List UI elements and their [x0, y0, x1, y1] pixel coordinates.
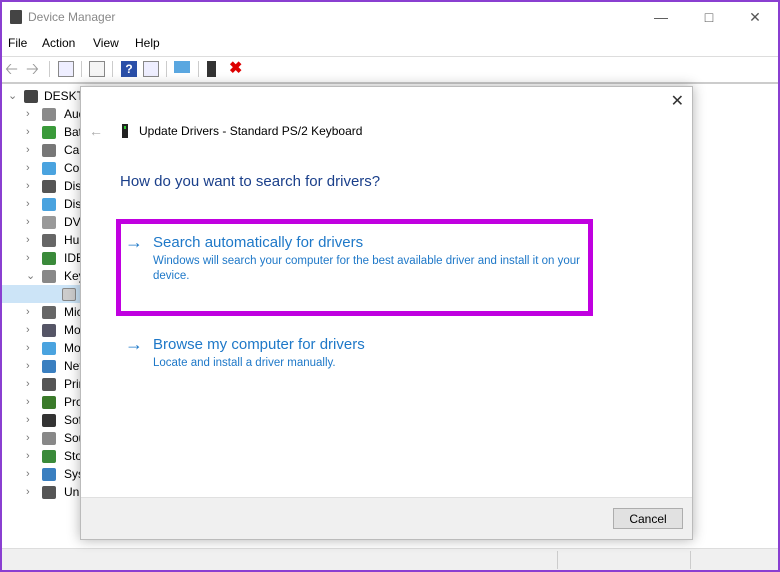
- dialog-question: How do you want to search for drivers?: [120, 173, 381, 190]
- device-category-icon: [42, 378, 56, 391]
- chevron-right-icon[interactable]: ›: [26, 105, 36, 123]
- close-button[interactable]: ✕: [732, 6, 778, 28]
- chevron-right-icon[interactable]: ›: [26, 483, 36, 501]
- chevron-right-icon[interactable]: ›: [26, 393, 36, 411]
- show-hidden-icon[interactable]: [89, 61, 105, 77]
- back-icon[interactable]: 🡠: [5, 58, 21, 78]
- device-category-icon: [42, 468, 56, 481]
- menu-help[interactable]: Help: [135, 36, 160, 50]
- forward-icon[interactable]: 🡢: [26, 58, 42, 78]
- chevron-right-icon[interactable]: ›: [26, 411, 36, 429]
- dialog-title: Update Drivers - Standard PS/2 Keyboard: [139, 124, 363, 138]
- device-category-icon: [42, 180, 56, 193]
- chevron-down-icon[interactable]: ⌄: [8, 87, 18, 105]
- device-category-icon: [42, 144, 56, 157]
- menu-view[interactable]: View: [93, 36, 119, 50]
- menu-bar: File Action View Help: [2, 34, 778, 54]
- status-bar: [2, 548, 778, 570]
- device-category-icon: [42, 162, 56, 175]
- action-view-icon[interactable]: [143, 61, 159, 77]
- chevron-right-icon[interactable]: ›: [26, 123, 36, 141]
- keyboard-icon: [62, 288, 76, 301]
- device-category-icon: [42, 198, 56, 211]
- help-icon[interactable]: ?: [121, 61, 137, 77]
- chevron-down-icon[interactable]: ⌄: [26, 267, 36, 285]
- chevron-right-icon[interactable]: ›: [26, 249, 36, 267]
- tree-item-label: Mo: [64, 341, 81, 355]
- option-heading: Search automatically for drivers: [153, 234, 364, 251]
- back-arrow-icon[interactable]: ←: [89, 123, 103, 139]
- window-title: Device Manager: [28, 10, 116, 24]
- device-category-icon: [42, 414, 56, 427]
- toolbar: 🡠 🡢 ? ✖: [2, 56, 778, 80]
- tree-item-keyboard-device[interactable]: [2, 285, 82, 303]
- keyboard-device-icon: [122, 124, 128, 138]
- device-category-icon: [42, 216, 56, 229]
- device-category-icon: [42, 306, 56, 319]
- computer-icon: [24, 90, 38, 103]
- chevron-right-icon[interactable]: ›: [26, 429, 36, 447]
- device-category-icon: [42, 270, 56, 283]
- title-bar: Device Manager — □ ✕: [2, 2, 778, 32]
- device-category-icon: [42, 252, 56, 265]
- device-category-icon: [42, 342, 56, 355]
- device-category-icon: [42, 432, 56, 445]
- option-heading: Browse my computer for drivers: [153, 336, 365, 353]
- chevron-right-icon[interactable]: ›: [26, 447, 36, 465]
- dialog-footer: Cancel: [81, 497, 692, 539]
- chevron-right-icon[interactable]: ›: [26, 231, 36, 249]
- properties-icon[interactable]: [58, 61, 74, 77]
- device-category-icon: [42, 396, 56, 409]
- chevron-right-icon[interactable]: ›: [26, 195, 36, 213]
- device-category-icon: [42, 324, 56, 337]
- update-driver-icon[interactable]: [207, 61, 216, 77]
- maximize-button[interactable]: □: [686, 6, 732, 28]
- chevron-right-icon[interactable]: ›: [26, 177, 36, 195]
- update-drivers-dialog: ✕ ← Update Drivers - Standard PS/2 Keybo…: [80, 86, 693, 540]
- device-category-icon: [42, 450, 56, 463]
- device-category-icon: [42, 126, 56, 139]
- tree-item-label: Mo: [64, 323, 81, 337]
- device-category-icon: [42, 360, 56, 373]
- option-description: Windows will search your computer for th…: [153, 255, 580, 282]
- minimize-button[interactable]: —: [638, 6, 684, 28]
- chevron-right-icon[interactable]: ›: [26, 465, 36, 483]
- chevron-right-icon[interactable]: ›: [26, 321, 36, 339]
- device-manager-icon: [10, 10, 22, 24]
- cancel-button[interactable]: Cancel: [613, 508, 683, 529]
- menu-action[interactable]: Action: [42, 36, 75, 50]
- dialog-close-button[interactable]: ✕: [671, 91, 684, 111]
- arrow-right-icon: →: [125, 334, 143, 354]
- device-category-icon: [42, 486, 56, 499]
- option-description: Locate and install a driver manually.: [153, 357, 336, 369]
- device-category-icon: [42, 234, 56, 247]
- uninstall-icon[interactable]: ✖: [229, 58, 245, 77]
- chevron-right-icon[interactable]: ›: [26, 141, 36, 159]
- chevron-right-icon[interactable]: ›: [26, 375, 36, 393]
- menu-file[interactable]: File: [8, 36, 27, 50]
- chevron-right-icon[interactable]: ›: [26, 339, 36, 357]
- scan-hardware-icon[interactable]: [174, 61, 190, 73]
- arrow-right-icon: →: [125, 232, 143, 252]
- chevron-right-icon[interactable]: ›: [26, 213, 36, 231]
- device-category-icon: [42, 108, 56, 121]
- chevron-right-icon[interactable]: ›: [26, 357, 36, 375]
- chevron-right-icon[interactable]: ›: [26, 159, 36, 177]
- chevron-right-icon[interactable]: ›: [26, 303, 36, 321]
